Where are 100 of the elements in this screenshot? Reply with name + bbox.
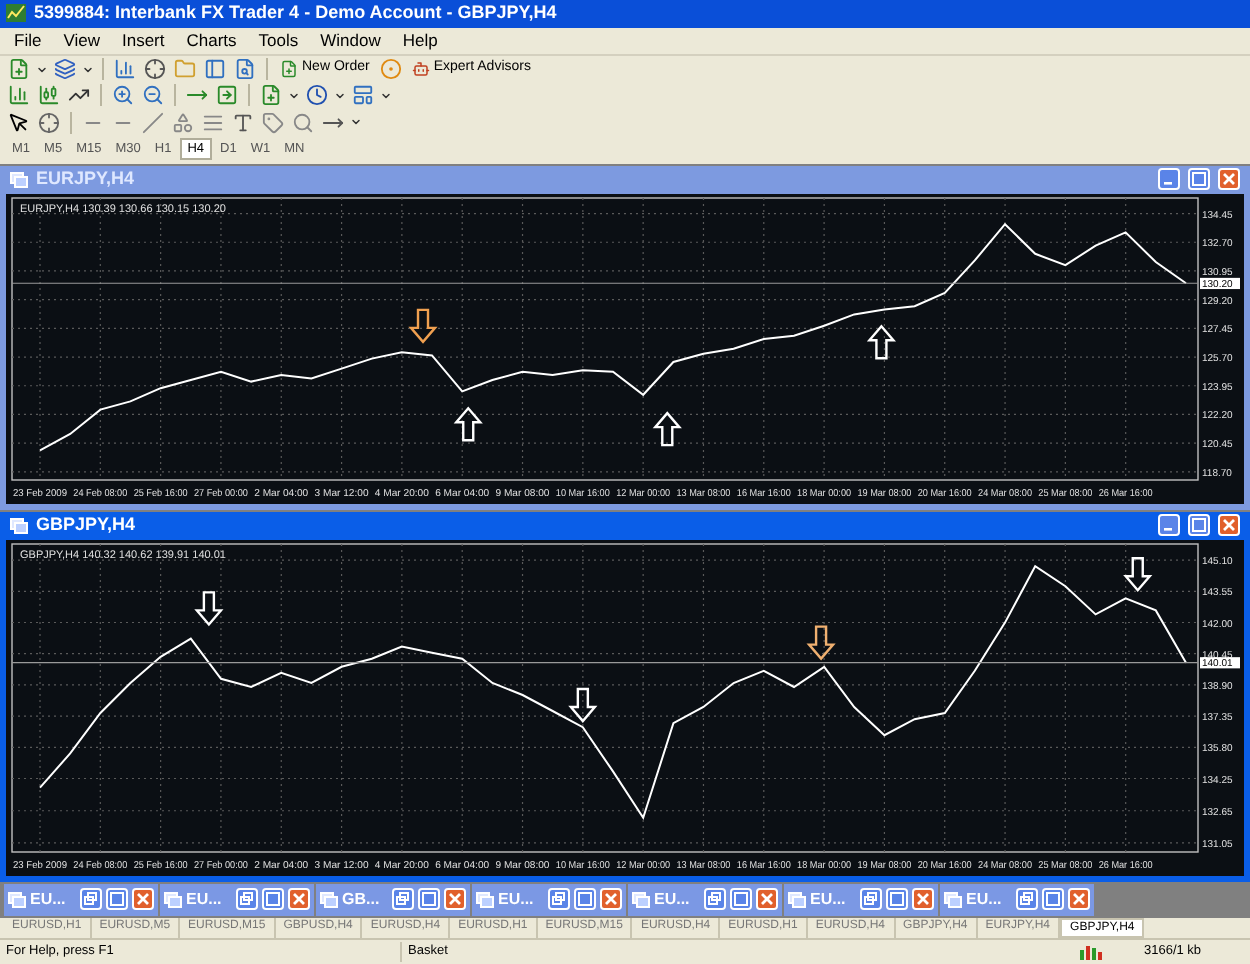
window-title: 5399884: Interbank FX Trader 4 - Demo Account - GBPJPY,H4: [34, 0, 557, 26]
menu-item[interactable]: Window: [310, 27, 391, 54]
maximize-button[interactable]: [418, 888, 440, 911]
panel-icon[interactable]: [202, 56, 228, 82]
menu-item[interactable]: Tools: [248, 27, 309, 54]
restore-button[interactable]: [236, 888, 258, 911]
restore-icon: [84, 892, 98, 907]
close-icon: [1222, 518, 1236, 532]
menu-item[interactable]: Insert: [111, 27, 175, 54]
close-icon: [136, 892, 150, 907]
maximize-button[interactable]: [1188, 514, 1210, 536]
crosshair-icon[interactable]: [36, 109, 62, 136]
chart-window-icon: [944, 891, 962, 908]
menu-item[interactable]: Help: [392, 27, 448, 54]
window-title: EU...: [498, 887, 536, 912]
caret-icon[interactable]: [380, 89, 392, 102]
close-button[interactable]: [132, 888, 154, 911]
maximize-icon: [734, 892, 748, 907]
maximize-icon: [890, 892, 904, 907]
clock-icon[interactable]: [304, 82, 330, 109]
app-icon: [6, 4, 26, 23]
restore-button[interactable]: [1016, 888, 1038, 911]
maximize-icon: [266, 892, 280, 907]
restore-icon: [552, 892, 566, 907]
minimize-button[interactable]: [1158, 514, 1180, 536]
chart-window-icon: [788, 891, 806, 908]
close-icon: [448, 892, 462, 907]
caret-icon[interactable]: [36, 63, 48, 75]
maximize-icon: [578, 892, 592, 907]
close-button[interactable]: [1218, 514, 1240, 536]
menu-item[interactable]: File: [4, 27, 52, 54]
restore-icon: [396, 892, 410, 907]
window-title: EU...: [966, 887, 1004, 912]
caret-icon[interactable]: [334, 89, 346, 102]
candlestick-icon[interactable]: [36, 82, 62, 109]
trend-line-icon[interactable]: [140, 109, 166, 136]
close-button[interactable]: [756, 888, 778, 911]
maximize-icon: [110, 892, 124, 907]
maximize-icon: [1192, 518, 1206, 532]
maximize-button[interactable]: [106, 888, 128, 911]
zoom-out-icon[interactable]: [140, 82, 166, 109]
close-icon: [760, 892, 774, 907]
restore-icon: [864, 892, 878, 907]
maximize-button[interactable]: [574, 888, 596, 911]
caret-icon[interactable]: [350, 116, 362, 129]
chart-window-icon: [8, 891, 26, 908]
close-button[interactable]: [1218, 168, 1240, 190]
window-title: EU...: [654, 887, 692, 912]
minimize-button[interactable]: [1158, 168, 1180, 190]
menu-item[interactable]: View: [53, 27, 110, 54]
menu-item[interactable]: Charts: [176, 27, 247, 54]
close-button[interactable]: [600, 888, 622, 911]
window-title: EU...: [810, 887, 848, 912]
restore-button[interactable]: [704, 888, 726, 911]
text-icon[interactable]: [230, 109, 256, 136]
close-icon: [292, 892, 306, 907]
window-title: EU...: [30, 887, 68, 912]
restore-icon: [240, 892, 254, 907]
restore-button[interactable]: [548, 888, 570, 911]
bar-chart-icon[interactable]: [6, 82, 32, 109]
window-title: GB...: [342, 887, 382, 912]
close-button[interactable]: [288, 888, 310, 911]
maximize-button[interactable]: [886, 888, 908, 911]
maximize-icon: [1046, 892, 1060, 907]
close-button[interactable]: [912, 888, 934, 911]
restore-button[interactable]: [392, 888, 414, 911]
caret-icon[interactable]: [82, 63, 94, 75]
window-title: EU...: [186, 887, 224, 912]
restore-icon: [1020, 892, 1034, 907]
maximize-icon: [1192, 172, 1206, 186]
window-title: GBPJPY,H4: [36, 511, 136, 538]
zoom-in-icon[interactable]: [110, 82, 136, 109]
robot-icon: [411, 60, 430, 78]
maximize-icon: [422, 892, 436, 907]
chart-window-icon: [320, 891, 338, 908]
close-icon: [916, 892, 930, 907]
restore-button[interactable]: [80, 888, 102, 911]
close-icon: [1072, 892, 1086, 907]
restore-icon: [708, 892, 722, 907]
close-icon: [604, 892, 618, 907]
maximize-button[interactable]: [1042, 888, 1064, 911]
connection-icon: [1080, 945, 1104, 960]
close-button[interactable]: [444, 888, 466, 911]
window-title: EURJPY,H4: [36, 165, 135, 192]
restore-button[interactable]: [860, 888, 882, 911]
layers-icon[interactable]: [52, 56, 78, 82]
maximize-button[interactable]: [730, 888, 752, 911]
close-button[interactable]: [1068, 888, 1090, 911]
file-search-icon[interactable]: [232, 56, 258, 82]
chart-window-icon: [632, 891, 650, 908]
maximize-button[interactable]: [262, 888, 284, 911]
caret-icon[interactable]: [288, 89, 300, 102]
cursor-icon[interactable]: [6, 109, 32, 136]
close-icon: [1222, 172, 1236, 186]
crosshair-icon[interactable]: [142, 56, 168, 82]
chart-window-icon: [10, 517, 28, 533]
maximize-button[interactable]: [1188, 168, 1210, 190]
template-icon[interactable]: [350, 82, 376, 109]
chart-window-icon: [164, 891, 182, 908]
chart-window-icon: [10, 171, 28, 187]
